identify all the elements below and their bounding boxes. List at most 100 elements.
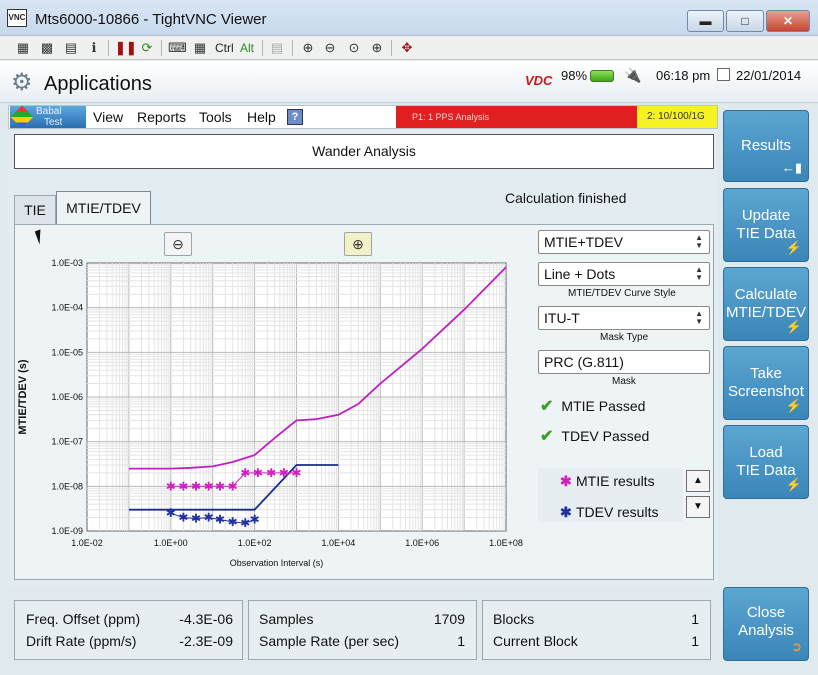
legend-scroll-up-button[interactable]: ▲ [686,470,710,492]
toolbar-separator [262,40,263,56]
toolbar-separator [161,40,162,56]
toolbar-separator [391,40,392,56]
y-tick-label: 1.0E-07 [51,437,83,447]
vnc-toolbar: ▦ ▩ ▤ ℹ ❚❚ ⟳ ⌨ ▦ Ctrl Alt ▤ ⊕ ⊖ ⊙ ⊕ ✥ [0,36,818,60]
sample-rate-label: Sample Rate (per sec) [259,633,400,649]
app-title: Applications [44,73,152,95]
x-tick-label: 1.0E+00 [154,538,188,548]
tdev-legend-marker: ✱ [560,504,572,520]
options-icon[interactable]: ▤ [62,39,80,57]
data-point-marker: ✱ [178,479,188,493]
results-label: Results [740,137,792,154]
chart-legend: ✱ MTIE results ✱ TDEV results [538,468,683,522]
clock-date: 22/01/2014 [736,68,802,83]
chart-zoom-out-button[interactable]: ⊖ [164,232,192,256]
logo-line2: Test [44,117,63,128]
clock-time: 06:18 pm [656,68,711,83]
select-arrows-icon: ▲ ▼ [695,265,703,282]
minimize-button[interactable]: ▬ [687,10,724,32]
minimize-icon: ▬ [699,14,712,28]
results-button[interactable]: Results ←▮ [723,110,809,182]
blocks-label: Blocks [493,611,535,627]
exit-icon: ➲ [791,639,802,654]
x-tick-label: 1.0E+02 [238,538,272,548]
screenshot-line1: Take [750,365,782,382]
app-logo-button[interactable]: Babal Test [10,105,86,129]
blocks-value: 1 [691,611,699,627]
app-logo-icon [10,105,34,129]
legend-scroll-down-button[interactable]: ▼ [686,496,710,518]
close-icon: ✕ [782,14,794,28]
close-analysis-button[interactable]: Close Analysis ➲ [723,587,809,661]
samples-stats-panel: Samples 1709 Sample Rate (per sec) 1 [248,600,477,660]
fullscreen-icon[interactable]: ✥ [398,39,416,57]
y-tick-label: 1.0E-05 [51,347,83,357]
new-connection-icon[interactable]: ▦ [14,39,32,57]
power-plug-icon: 🔌 [624,67,642,83]
y-tick-label: 1.0E-08 [51,481,83,491]
display-mode-select[interactable]: MTIE+TDEV ▲ ▼ [538,230,710,254]
window-titlebar: VNC Mts6000-10866 - TightVNC Viewer ▬ □ … [0,0,818,36]
help-icon[interactable]: ? [287,109,303,125]
y-tick-label: 1.0E-03 [51,258,83,268]
mask-label: Mask [612,376,636,387]
zoom-in-icon: ⊕ [352,236,364,252]
triangle-up-icon: ▲ [693,475,703,486]
calculation-status: Calculation finished [505,190,627,206]
data-point-marker: ✱ [266,466,276,480]
save-icon[interactable]: ▩ [38,39,56,57]
zoom-100-icon[interactable]: ⊙ [345,39,363,57]
tab-mtie-tdev[interactable]: MTIE/TDEV [56,191,151,225]
port1-status-bar[interactable]: P1: 1 PPS Analysis [396,106,639,128]
gears-icon: ⚙ [11,69,33,96]
samples-value: 1709 [433,611,465,627]
take-screenshot-button[interactable]: Take Screenshot ⚡ [723,346,809,420]
ctrl-alt-del-icon[interactable]: ⌨ [168,39,187,57]
calculate-mtie-tdev-button[interactable]: Calculate MTIE/TDEV ⚡ [723,267,809,341]
data-point-marker: ✱ [204,479,214,493]
curve-style-value: Line + Dots [544,266,616,282]
load-line1: Load [749,444,783,461]
clipboard-icon[interactable]: ▤ [268,39,286,57]
lightning-icon: ⚡ [785,240,802,255]
pause-icon[interactable]: ❚❚ [115,39,137,57]
zoom-out-icon[interactable]: ⊖ [321,39,339,57]
menu-tools[interactable]: Tools [199,109,232,125]
freq-offset-value: -4.3E-06 [179,611,233,627]
triangle-down-icon: ▼ [693,501,703,512]
zoom-fit-icon[interactable]: ⊕ [368,39,386,57]
y-tick-label: 1.0E-06 [51,392,83,402]
samples-label: Samples [259,611,314,627]
menu-bar: Babal Test View Reports Tools Help ? P1:… [8,105,718,129]
lightning-icon: ⚡ [785,477,802,492]
data-point-marker: ✱ [166,506,176,520]
mtie-legend-marker: ✱ [560,473,572,489]
alt-button[interactable]: Alt [240,41,254,55]
update-tie-data-button[interactable]: Update TIE Data ⚡ [723,188,809,262]
tab-tie[interactable]: TIE [14,195,56,225]
arrow-left-icon: ←▮ [781,160,802,175]
x-tick-label: 1.0E+08 [489,538,523,548]
close-button[interactable]: ✕ [766,10,810,32]
refresh-icon[interactable]: ⟳ [138,39,156,57]
ctrl-esc-icon[interactable]: ▦ [191,39,209,57]
offset-stats-panel: Freq. Offset (ppm) -4.3E-06 Drift Rate (… [14,600,243,660]
port2-status-bar[interactable]: 2: 10/100/1G [637,106,717,128]
lightning-icon: ⚡ [785,398,802,413]
maximize-button[interactable]: □ [726,10,764,32]
mask-select[interactable]: PRC (G.811) [538,350,710,374]
x-tick-label: 1.0E+06 [405,538,439,548]
curve-style-select[interactable]: Line + Dots ▲ ▼ [538,262,710,286]
data-point-marker: ✱ [191,512,201,526]
y-axis-label: MTIE/TDEV (s) [17,359,29,435]
chart-zoom-in-button[interactable]: ⊕ [344,232,372,256]
zoom-in-icon[interactable]: ⊕ [299,39,317,57]
ctrl-button[interactable]: Ctrl [215,41,234,55]
load-tie-data-button[interactable]: Load TIE Data ⚡ [723,425,809,499]
info-icon[interactable]: ℹ [85,39,103,57]
brand-logo: VDC [525,73,553,88]
menu-reports[interactable]: Reports [137,109,186,125]
menu-help[interactable]: Help [247,109,276,125]
menu-view[interactable]: View [93,109,123,125]
mask-type-select[interactable]: ITU-T ▲ ▼ [538,306,710,330]
